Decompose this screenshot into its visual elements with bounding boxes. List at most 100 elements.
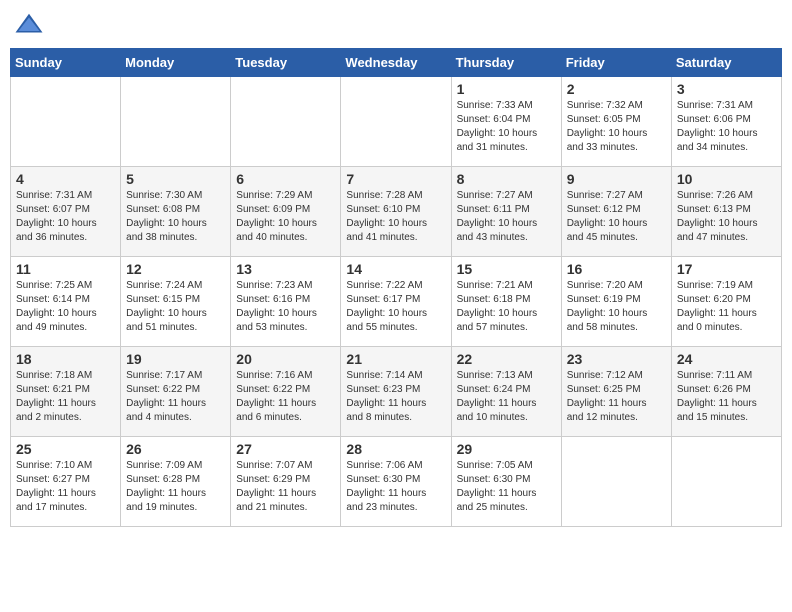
day-info: Sunrise: 7:32 AM Sunset: 6:05 PM Dayligh… xyxy=(567,99,666,155)
calendar-cell xyxy=(341,77,451,167)
calendar-cell: 13 Sunrise: 7:23 AM Sunset: 6:16 PM Dayli… xyxy=(231,257,341,347)
day-info: Sunrise: 7:31 AM Sunset: 6:06 PM Dayligh… xyxy=(677,99,776,155)
calendar-cell: 25 Sunrise: 7:10 AM Sunset: 6:27 PM Dayli… xyxy=(11,437,121,527)
day-info: Sunrise: 7:33 AM Sunset: 6:04 PM Dayligh… xyxy=(457,99,556,155)
day-number: 9 xyxy=(567,171,666,187)
calendar-cell: 4 Sunrise: 7:31 AM Sunset: 6:07 PM Daylig… xyxy=(11,167,121,257)
day-info: Sunrise: 7:29 AM Sunset: 6:09 PM Dayligh… xyxy=(236,189,335,245)
day-info: Sunrise: 7:10 AM Sunset: 6:27 PM Dayligh… xyxy=(16,459,115,515)
logo xyxy=(14,10,48,40)
day-info: Sunrise: 7:12 AM Sunset: 6:25 PM Dayligh… xyxy=(567,369,666,425)
day-number: 26 xyxy=(126,441,225,457)
weekday-header-row: SundayMondayTuesdayWednesdayThursdayFrid… xyxy=(11,49,782,77)
day-info: Sunrise: 7:30 AM Sunset: 6:08 PM Dayligh… xyxy=(126,189,225,245)
calendar-cell: 1 Sunrise: 7:33 AM Sunset: 6:04 PM Daylig… xyxy=(451,77,561,167)
day-number: 3 xyxy=(677,81,776,97)
day-number: 21 xyxy=(346,351,445,367)
calendar-cell: 18 Sunrise: 7:18 AM Sunset: 6:21 PM Dayli… xyxy=(11,347,121,437)
day-number: 20 xyxy=(236,351,335,367)
calendar-cell: 15 Sunrise: 7:21 AM Sunset: 6:18 PM Dayli… xyxy=(451,257,561,347)
calendar-cell: 6 Sunrise: 7:29 AM Sunset: 6:09 PM Daylig… xyxy=(231,167,341,257)
calendar-cell: 9 Sunrise: 7:27 AM Sunset: 6:12 PM Daylig… xyxy=(561,167,671,257)
calendar-cell xyxy=(671,437,781,527)
day-info: Sunrise: 7:27 AM Sunset: 6:11 PM Dayligh… xyxy=(457,189,556,245)
day-number: 16 xyxy=(567,261,666,277)
day-number: 24 xyxy=(677,351,776,367)
calendar-cell: 16 Sunrise: 7:20 AM Sunset: 6:19 PM Dayli… xyxy=(561,257,671,347)
calendar-cell: 19 Sunrise: 7:17 AM Sunset: 6:22 PM Dayli… xyxy=(121,347,231,437)
day-info: Sunrise: 7:14 AM Sunset: 6:23 PM Dayligh… xyxy=(346,369,445,425)
calendar-cell xyxy=(121,77,231,167)
day-info: Sunrise: 7:11 AM Sunset: 6:26 PM Dayligh… xyxy=(677,369,776,425)
calendar-cell: 21 Sunrise: 7:14 AM Sunset: 6:23 PM Dayli… xyxy=(341,347,451,437)
calendar-cell: 29 Sunrise: 7:05 AM Sunset: 6:30 PM Dayli… xyxy=(451,437,561,527)
calendar-cell: 12 Sunrise: 7:24 AM Sunset: 6:15 PM Dayli… xyxy=(121,257,231,347)
day-number: 10 xyxy=(677,171,776,187)
day-number: 15 xyxy=(457,261,556,277)
calendar-cell: 5Sunrise: 7:30 AM Sunset: 6:08 PM Daylig… xyxy=(121,167,231,257)
day-info: Sunrise: 7:24 AM Sunset: 6:15 PM Dayligh… xyxy=(126,279,225,335)
calendar-week-row: 1 Sunrise: 7:33 AM Sunset: 6:04 PM Daylig… xyxy=(11,77,782,167)
day-info: Sunrise: 7:09 AM Sunset: 6:28 PM Dayligh… xyxy=(126,459,225,515)
calendar-cell: 2 Sunrise: 7:32 AM Sunset: 6:05 PM Daylig… xyxy=(561,77,671,167)
weekday-header: Saturday xyxy=(671,49,781,77)
calendar-cell xyxy=(561,437,671,527)
calendar-cell: 24 Sunrise: 7:11 AM Sunset: 6:26 PM Dayli… xyxy=(671,347,781,437)
day-info: Sunrise: 7:28 AM Sunset: 6:10 PM Dayligh… xyxy=(346,189,445,245)
day-number: 13 xyxy=(236,261,335,277)
day-info: Sunrise: 7:05 AM Sunset: 6:30 PM Dayligh… xyxy=(457,459,556,515)
day-info: Sunrise: 7:20 AM Sunset: 6:19 PM Dayligh… xyxy=(567,279,666,335)
day-number: 28 xyxy=(346,441,445,457)
calendar-cell: 8 Sunrise: 7:27 AM Sunset: 6:11 PM Daylig… xyxy=(451,167,561,257)
day-info: Sunrise: 7:17 AM Sunset: 6:22 PM Dayligh… xyxy=(126,369,225,425)
day-number: 12 xyxy=(126,261,225,277)
calendar-cell: 26 Sunrise: 7:09 AM Sunset: 6:28 PM Dayli… xyxy=(121,437,231,527)
day-info: Sunrise: 7:06 AM Sunset: 6:30 PM Dayligh… xyxy=(346,459,445,515)
day-number: 27 xyxy=(236,441,335,457)
weekday-header: Sunday xyxy=(11,49,121,77)
weekday-header: Monday xyxy=(121,49,231,77)
calendar-cell: 10Sunrise: 7:26 AM Sunset: 6:13 PM Dayli… xyxy=(671,167,781,257)
calendar-cell: 23 Sunrise: 7:12 AM Sunset: 6:25 PM Dayli… xyxy=(561,347,671,437)
calendar-cell: 27 Sunrise: 7:07 AM Sunset: 6:29 PM Dayli… xyxy=(231,437,341,527)
calendar-cell: 7 Sunrise: 7:28 AM Sunset: 6:10 PM Daylig… xyxy=(341,167,451,257)
day-number: 1 xyxy=(457,81,556,97)
calendar-cell: 11 Sunrise: 7:25 AM Sunset: 6:14 PM Dayli… xyxy=(11,257,121,347)
calendar-cell: 3 Sunrise: 7:31 AM Sunset: 6:06 PM Daylig… xyxy=(671,77,781,167)
day-number: 11 xyxy=(16,261,115,277)
day-number: 7 xyxy=(346,171,445,187)
day-info: Sunrise: 7:18 AM Sunset: 6:21 PM Dayligh… xyxy=(16,369,115,425)
day-number: 2 xyxy=(567,81,666,97)
day-info: Sunrise: 7:07 AM Sunset: 6:29 PM Dayligh… xyxy=(236,459,335,515)
calendar-week-row: 4 Sunrise: 7:31 AM Sunset: 6:07 PM Daylig… xyxy=(11,167,782,257)
calendar-week-row: 18 Sunrise: 7:18 AM Sunset: 6:21 PM Dayli… xyxy=(11,347,782,437)
calendar-week-row: 11 Sunrise: 7:25 AM Sunset: 6:14 PM Dayli… xyxy=(11,257,782,347)
day-info: Sunrise: 7:13 AM Sunset: 6:24 PM Dayligh… xyxy=(457,369,556,425)
day-number: 14 xyxy=(346,261,445,277)
day-number: 6 xyxy=(236,171,335,187)
day-info: Sunrise: 7:23 AM Sunset: 6:16 PM Dayligh… xyxy=(236,279,335,335)
day-number: 4 xyxy=(16,171,115,187)
day-number: 18 xyxy=(16,351,115,367)
day-number: 23 xyxy=(567,351,666,367)
logo-icon xyxy=(14,10,44,40)
day-info: Sunrise: 7:27 AM Sunset: 6:12 PM Dayligh… xyxy=(567,189,666,245)
day-number: 22 xyxy=(457,351,556,367)
weekday-header: Thursday xyxy=(451,49,561,77)
weekday-header: Tuesday xyxy=(231,49,341,77)
day-info: Sunrise: 7:16 AM Sunset: 6:22 PM Dayligh… xyxy=(236,369,335,425)
calendar-cell xyxy=(231,77,341,167)
calendar-cell: 14Sunrise: 7:22 AM Sunset: 6:17 PM Dayli… xyxy=(341,257,451,347)
calendar-cell: 28 Sunrise: 7:06 AM Sunset: 6:30 PM Dayli… xyxy=(341,437,451,527)
day-info: Sunrise: 7:21 AM Sunset: 6:18 PM Dayligh… xyxy=(457,279,556,335)
page-header xyxy=(10,10,782,40)
day-info: Sunrise: 7:31 AM Sunset: 6:07 PM Dayligh… xyxy=(16,189,115,245)
day-number: 19 xyxy=(126,351,225,367)
day-number: 25 xyxy=(16,441,115,457)
day-number: 29 xyxy=(457,441,556,457)
day-info: Sunrise: 7:25 AM Sunset: 6:14 PM Dayligh… xyxy=(16,279,115,335)
weekday-header: Wednesday xyxy=(341,49,451,77)
calendar-cell: 20 Sunrise: 7:16 AM Sunset: 6:22 PM Dayli… xyxy=(231,347,341,437)
day-number: 17 xyxy=(677,261,776,277)
day-number: 8 xyxy=(457,171,556,187)
